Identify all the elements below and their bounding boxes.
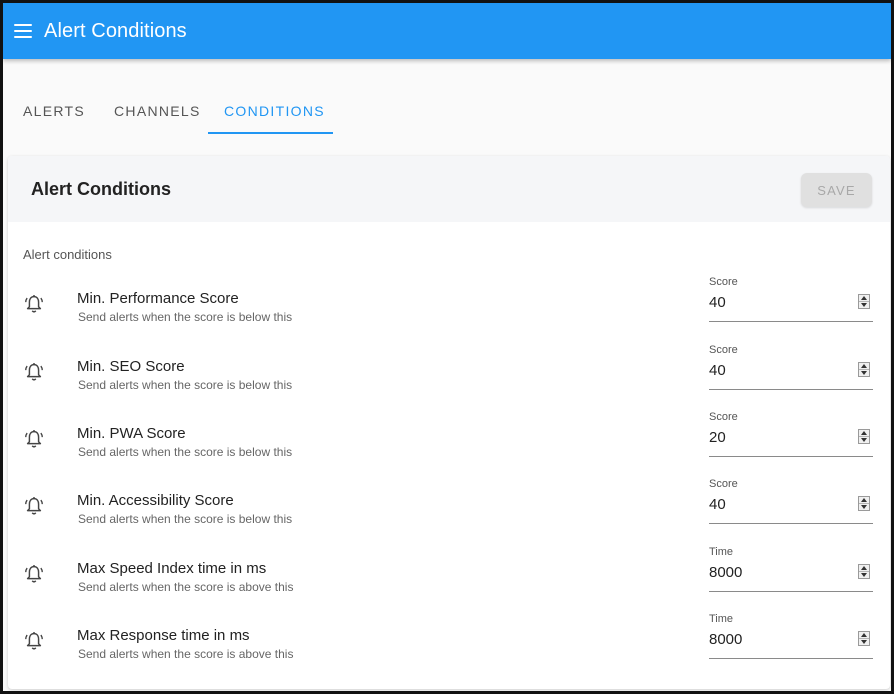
condition-description: Send alerts when the score is below this (78, 512, 293, 526)
increment-icon[interactable] (859, 565, 869, 572)
active-tab-indicator (208, 132, 333, 134)
condition-row-1: Min. Performance Score Send alerts when … (8, 276, 890, 336)
condition-title: Min. SEO Score (77, 358, 185, 375)
threshold-input[interactable] (709, 561, 849, 583)
field-label: Score (709, 411, 738, 423)
condition-title: Min. PWA Score (77, 425, 186, 442)
number-stepper[interactable] (858, 429, 870, 444)
bell-icon (25, 363, 43, 381)
field-label: Time (709, 546, 734, 558)
condition-description: Send alerts when the score is below this (78, 445, 293, 459)
card-header: Alert Conditions SAVE (8, 156, 890, 222)
threshold-input[interactable] (709, 426, 849, 448)
bell-icon (25, 632, 43, 650)
number-stepper[interactable] (858, 564, 870, 579)
condition-description: Send alerts when the score is above this (78, 580, 294, 594)
increment-icon[interactable] (859, 295, 869, 302)
increment-icon[interactable] (859, 497, 869, 504)
condition-description: Send alerts when the score is below this (78, 310, 293, 324)
condition-title: Max Speed Index time in ms (77, 560, 267, 577)
decrement-icon[interactable] (859, 639, 869, 645)
field-label: Score (709, 478, 738, 490)
card-title: Alert Conditions (31, 179, 171, 199)
decrement-icon[interactable] (859, 302, 869, 308)
bell-icon (25, 295, 43, 313)
field-label: Time (709, 613, 734, 625)
condition-row-2: Min. SEO Score Send alerts when the scor… (8, 344, 890, 404)
condition-row-6: Max Response time in ms Send alerts when… (8, 613, 890, 673)
decrement-icon[interactable] (859, 504, 869, 510)
tab-channels[interactable]: CHANNELS (114, 103, 201, 135)
threshold-field: Score (709, 276, 873, 322)
field-label: Score (709, 276, 738, 288)
condition-title: Min. Performance Score (77, 290, 239, 307)
bell-icon (25, 565, 43, 583)
decrement-icon[interactable] (859, 437, 869, 443)
condition-title: Max Response time in ms (77, 627, 250, 644)
decrement-icon[interactable] (859, 370, 869, 376)
number-stepper[interactable] (858, 496, 870, 511)
decrement-icon[interactable] (859, 572, 869, 578)
condition-row-3: Min. PWA Score Send alerts when the scor… (8, 411, 890, 471)
threshold-input[interactable] (709, 359, 849, 381)
threshold-input[interactable] (709, 291, 849, 313)
threshold-input[interactable] (709, 628, 849, 650)
condition-description: Send alerts when the score is above this (78, 647, 294, 661)
threshold-field: Time (709, 546, 873, 592)
increment-icon[interactable] (859, 430, 869, 437)
number-stepper[interactable] (858, 294, 870, 309)
condition-description: Send alerts when the score is below this (78, 378, 293, 392)
app-title: Alert Conditions (44, 19, 187, 42)
threshold-field: Time (709, 613, 873, 659)
section-label: Alert conditions (23, 247, 112, 262)
threshold-field: Score (709, 411, 873, 457)
number-stepper[interactable] (858, 631, 870, 646)
menu-icon[interactable] (14, 24, 32, 38)
number-stepper[interactable] (858, 362, 870, 377)
condition-title: Min. Accessibility Score (77, 492, 234, 509)
app-bar: Alert Conditions (3, 3, 891, 59)
tab-conditions[interactable]: CONDITIONS (224, 103, 325, 135)
bell-icon (25, 430, 43, 448)
tab-alerts[interactable]: ALERTS (23, 103, 85, 135)
increment-icon[interactable] (859, 632, 869, 639)
condition-row-4: Min. Accessibility Score Send alerts whe… (8, 478, 890, 538)
threshold-field: Score (709, 344, 873, 390)
field-label: Score (709, 344, 738, 356)
condition-row-5: Max Speed Index time in ms Send alerts w… (8, 546, 890, 606)
app-window: Alert Conditions ALERTS CHANNELS CONDITI… (0, 0, 894, 694)
threshold-field: Score (709, 478, 873, 524)
save-button[interactable]: SAVE (801, 173, 872, 207)
threshold-input[interactable] (709, 493, 849, 515)
alert-conditions-card: Alert Conditions SAVE Alert conditions M… (8, 156, 890, 689)
tab-bar: ALERTS CHANNELS CONDITIONS (3, 59, 891, 135)
increment-icon[interactable] (859, 363, 869, 370)
bell-icon (25, 497, 43, 515)
